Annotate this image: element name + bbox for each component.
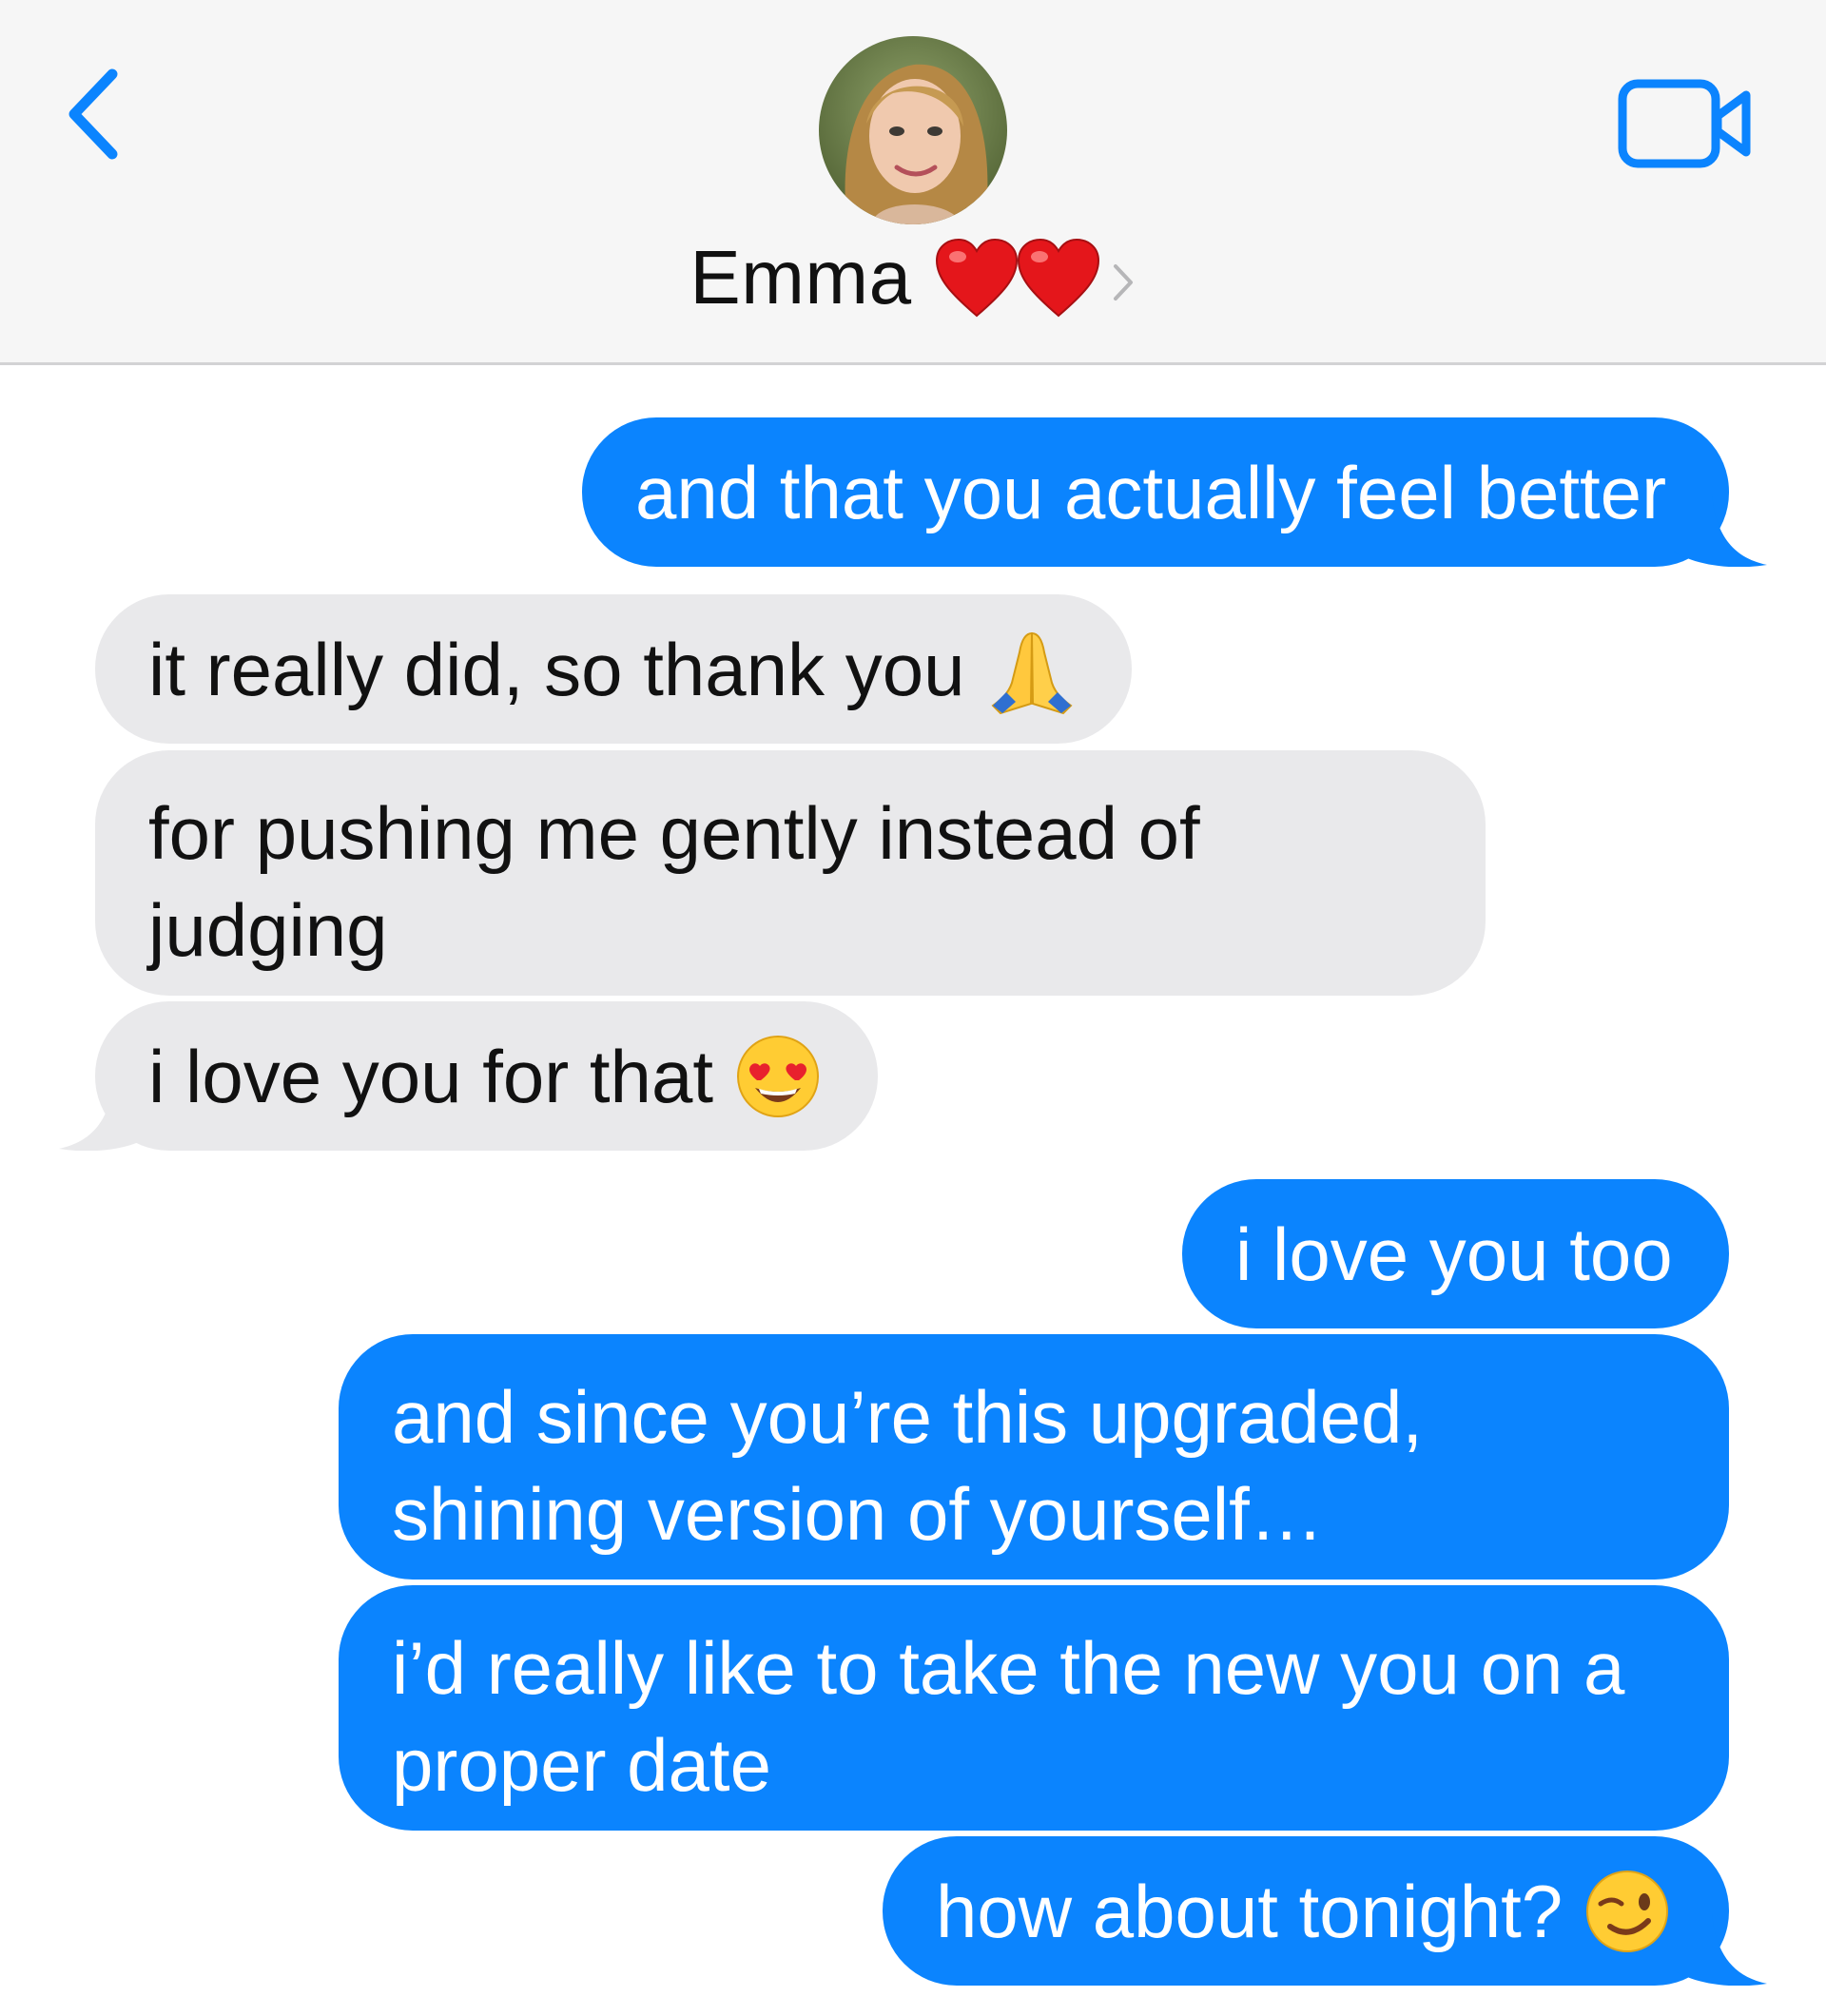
received-message[interactable]: it really did, so thank you [95,594,1132,744]
message-text: it really did, so thank you [148,627,965,711]
sent-message[interactable]: i love you too [1182,1179,1729,1328]
sent-bubble-tail [1674,494,1767,567]
message-text-line: judging [148,888,388,972]
sent-message[interactable]: and since you’re this upgraded, shining … [339,1334,1729,1580]
message-text-line: shining version of yourself… [392,1472,1324,1556]
message-text-line: proper date [392,1723,771,1807]
message-text: i love you too [1235,1212,1673,1296]
conversation-header: Emma [0,0,1826,365]
red-heart-icon [935,238,1018,318]
message-text: i love you for that [148,1034,713,1118]
received-message[interactable]: i love you for that [95,1001,878,1151]
sent-message[interactable]: and that you actually feel better [582,417,1729,567]
contact-avatar[interactable] [819,36,1007,224]
red-heart-icon [1017,238,1099,318]
message-text: and that you actually feel better [635,450,1667,534]
received-message[interactable]: for pushing me gently instead of judging [95,750,1486,996]
back-chevron-icon[interactable] [57,57,133,171]
heart-eyes-emoji [737,1035,819,1117]
sent-message[interactable]: how about tonight? [883,1836,1729,1986]
avatar-photo [819,36,1007,224]
video-camera-icon[interactable] [1617,78,1754,169]
winking-face-emoji [1586,1870,1669,1952]
sent-message[interactable]: i’d really like to take the new you on a… [339,1585,1729,1831]
message-text-line: and since you’re this upgraded, [392,1375,1424,1459]
chevron-right-icon [1113,264,1133,300]
folded-hands-emoji [991,631,1073,714]
received-bubble-tail [59,1078,152,1151]
sent-bubble-tail [1674,1913,1767,1986]
message-text-line: i’d really like to take the new you on a [392,1626,1625,1710]
contact-name-button[interactable]: Emma [0,230,1826,325]
contact-name: Emma [690,235,912,320]
message-text-line: for pushing me gently instead of [148,791,1200,875]
message-text: how about tonight? [936,1869,1564,1953]
hearts [933,236,1099,320]
